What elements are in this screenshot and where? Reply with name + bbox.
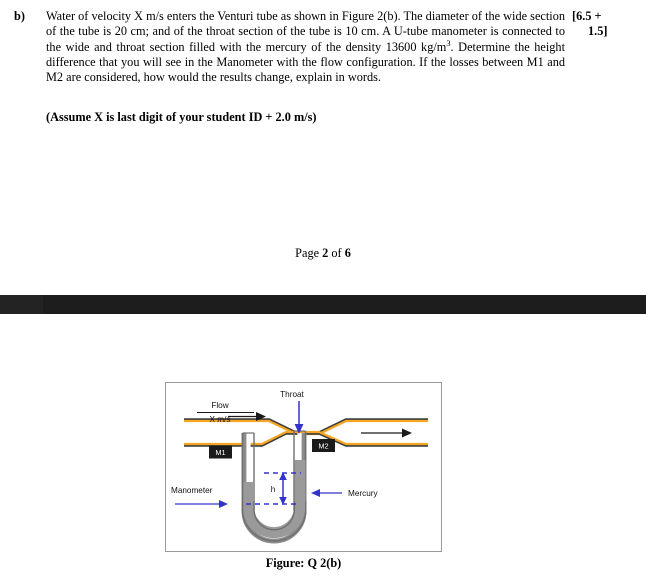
mercury-callout-arrow-icon	[311, 489, 320, 497]
throat-label: Throat	[280, 390, 304, 399]
outlet-arrow-icon	[402, 428, 412, 438]
figure-caption: Figure: Q 2(b)	[265, 556, 342, 570]
separator-band-segment	[0, 295, 43, 314]
m2-label: M2	[318, 442, 328, 451]
question-marks: [6.5 + 1.5]	[572, 9, 640, 40]
question-text: Water of velocity X m/s enters the Ventu…	[46, 9, 565, 85]
manometer-label: Manometer	[171, 486, 213, 495]
page-footer: Page 2 of 6	[0, 246, 646, 261]
question-assumption: (Assume X is last digit of your student …	[46, 110, 317, 124]
velocity-label: X m/s	[210, 415, 231, 424]
h-label: h	[271, 485, 276, 494]
marks-line-2: 1.5]	[588, 24, 608, 39]
page-footer-prefix: Page	[295, 246, 323, 260]
mercury-label: Mercury	[348, 489, 378, 498]
dark-separator-band	[0, 295, 646, 314]
page-number-total: 6	[344, 246, 351, 260]
manometer-callout-arrow-icon	[219, 500, 228, 508]
venturi-tube-diagram: Throat Flow X m/s M1 M2 h Manometer Merc…	[171, 390, 428, 544]
figure-container: Throat Flow X m/s M1 M2 h Manometer Merc…	[165, 382, 442, 570]
flow-label: Flow	[211, 401, 228, 410]
m1-label: M1	[215, 448, 225, 457]
page-footer-middle: of	[328, 246, 345, 260]
marks-line-1: [6.5 +	[572, 9, 602, 23]
question-label: b)	[14, 9, 25, 23]
figure-frame: Throat Flow X m/s M1 M2 h Manometer Merc…	[165, 382, 442, 552]
